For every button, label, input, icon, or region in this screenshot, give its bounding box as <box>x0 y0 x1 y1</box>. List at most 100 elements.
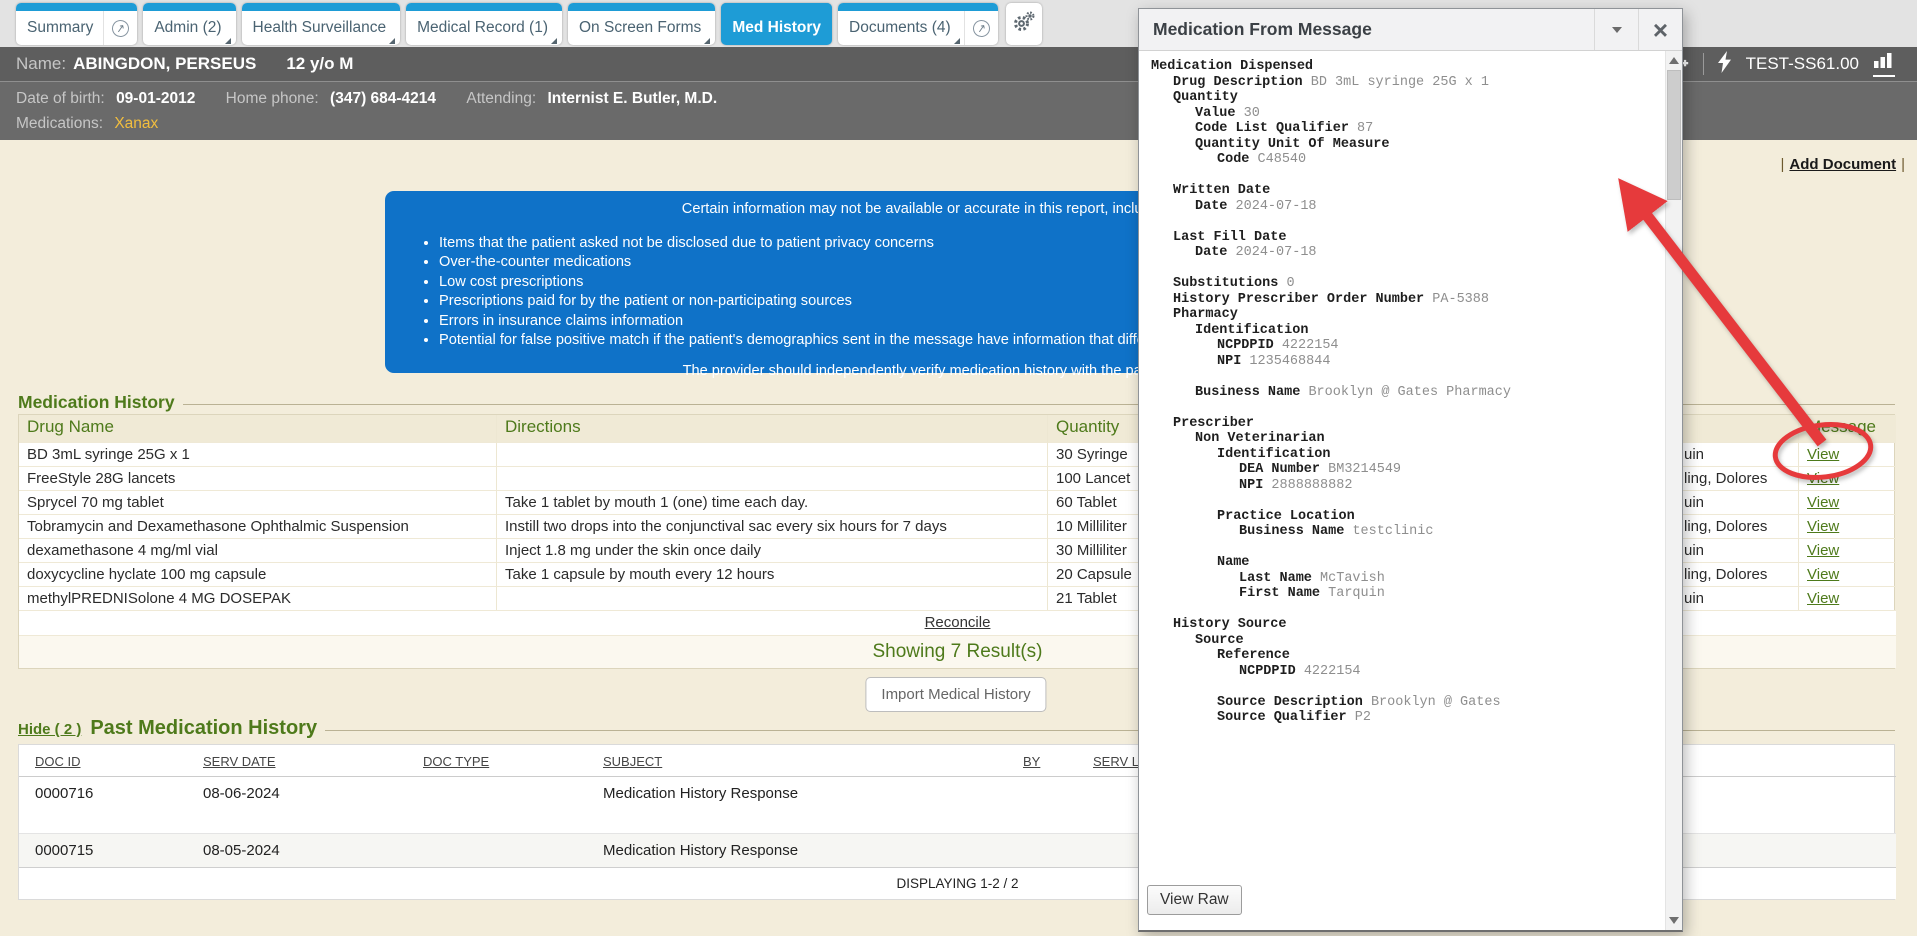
scroll-down-icon[interactable] <box>1666 913 1682 930</box>
tab-medical-record-1[interactable]: Medical Record (1) <box>406 3 562 45</box>
add-document-link[interactable]: Add Document <box>1789 156 1896 173</box>
tab-summary[interactable]: Summary ↗ <box>16 3 137 45</box>
field-label: Reference <box>1217 648 1290 663</box>
field-value: Brooklyn @ Gates Pharmacy <box>1308 385 1511 400</box>
dialog-titlebar[interactable]: Medication From Message × <box>1139 9 1682 51</box>
popout-button[interactable]: ↗ <box>103 11 137 45</box>
dialog-close-button[interactable]: × <box>1638 9 1682 50</box>
document-row-cell[interactable]: Medication History Response <box>587 777 1007 833</box>
column-header-subject[interactable]: SUBJECT <box>587 745 1007 777</box>
tab-med-history[interactable]: Med History <box>721 3 832 45</box>
blank-line <box>1151 369 1652 385</box>
document-row-cell[interactable]: 08-06-2024 <box>187 777 407 833</box>
scroll-up-icon[interactable] <box>1666 51 1682 68</box>
tab-admin-2[interactable]: Admin (2) <box>143 3 235 45</box>
view-message-link[interactable]: View <box>1807 566 1839 583</box>
detail-line: Business Name Brooklyn @ Gates Pharmacy <box>1151 385 1652 401</box>
tab-label: Medical Record (1) <box>417 19 548 37</box>
detail-line: Source <box>1151 633 1652 649</box>
dialog-collapse-button[interactable] <box>1594 9 1638 50</box>
view-message-link[interactable]: View <box>1807 470 1839 487</box>
banner-icons: TEST-SS61.00 <box>1665 51 1895 78</box>
home-phone-value: (347) 684-4214 <box>330 90 436 107</box>
field-label: Medication Dispensed <box>1151 59 1313 74</box>
settings-button[interactable] <box>1006 3 1042 45</box>
popout-button[interactable]: ↗ <box>964 11 998 45</box>
scrollbar-thumb[interactable] <box>1667 70 1681 200</box>
column-header-message[interactable]: Message <box>1799 415 1896 442</box>
hide-link[interactable]: Hide ( 2 ) <box>18 721 81 738</box>
import-medical-history-button[interactable]: Import Medical History <box>865 677 1046 712</box>
detail-line: Last Name McTavish <box>1151 571 1652 587</box>
detail-line: Date 2024-07-18 <box>1151 245 1652 261</box>
column-header-doc-id[interactable]: DOC ID <box>19 745 187 777</box>
detail-line: Identification <box>1151 323 1652 339</box>
document-row-cell[interactable]: 0000715 <box>19 833 187 867</box>
field-label: Drug Description <box>1173 75 1303 90</box>
document-row-cell[interactable] <box>1007 833 1077 867</box>
tab-label: Med History <box>732 19 821 37</box>
blank-line <box>1151 602 1652 618</box>
detail-line: Reference <box>1151 648 1652 664</box>
blank-line <box>1151 679 1652 695</box>
detail-line: Quantity Unit Of Measure <box>1151 137 1652 153</box>
view-message-link[interactable]: View <box>1807 590 1839 607</box>
field-label: Source Qualifier <box>1217 710 1347 725</box>
attending-value: Internist E. Butler, M.D. <box>547 90 717 107</box>
tab-documents-4[interactable]: Documents (4)↗ <box>838 3 998 45</box>
document-row-cell[interactable]: 0000716 <box>19 777 187 833</box>
document-row-cell[interactable] <box>407 777 587 833</box>
tab-health-surveillance[interactable]: Health Surveillance <box>242 3 401 45</box>
dialog-scrollbar[interactable] <box>1665 51 1682 930</box>
field-label: NPI <box>1217 354 1241 369</box>
medication-history-title: Medication History <box>18 392 175 413</box>
view-message-link[interactable]: View <box>1807 446 1839 463</box>
field-value: 4222154 <box>1282 338 1339 353</box>
view-raw-button[interactable]: View Raw <box>1147 885 1242 915</box>
column-header-directions[interactable]: Directions <box>497 415 1048 442</box>
detail-line: Code List Qualifier 87 <box>1151 121 1652 137</box>
tab-on-screen-forms[interactable]: On Screen Forms <box>568 3 715 45</box>
lightning-icon[interactable] <box>1718 51 1732 78</box>
field-label: Value <box>1195 106 1236 121</box>
medications-value[interactable]: Xanax <box>114 115 158 132</box>
field-label: Date <box>1195 245 1227 260</box>
field-label: Non Veterinarian <box>1195 431 1325 446</box>
document-row-cell[interactable]: 08-05-2024 <box>187 833 407 867</box>
cell-by-fragment: ling, Dolores <box>1682 466 1799 490</box>
blank-line <box>1151 214 1652 230</box>
blank-line <box>1151 261 1652 277</box>
tab-label: Health Surveillance <box>253 19 387 37</box>
tab-label: Summary <box>27 19 93 37</box>
column-header-drug-name[interactable]: Drug Name <box>19 415 497 442</box>
column-header-hidden[interactable] <box>1682 415 1799 442</box>
chart-icon[interactable] <box>1873 52 1895 77</box>
close-icon: × <box>1653 17 1668 43</box>
view-message-link[interactable]: View <box>1807 494 1839 511</box>
field-label: Date <box>1195 199 1227 214</box>
dropdown-fold-icon <box>551 38 557 44</box>
home-phone-label: Home phone: <box>226 90 319 107</box>
view-message-link[interactable]: View <box>1807 542 1839 559</box>
column-header-by[interactable]: BY <box>1007 745 1077 777</box>
detail-line: Pharmacy <box>1151 307 1652 323</box>
cell-by-fragment: uin <box>1682 538 1799 562</box>
cell-drug-name: FreeStyle 28G lancets <box>19 466 497 490</box>
name-label: Name: <box>16 54 66 74</box>
document-row-cell[interactable]: Medication History Response <box>587 833 1007 867</box>
cell-drug-name: doxycycline hyclate 100 mg capsule <box>19 562 497 586</box>
detail-line: Date 2024-07-18 <box>1151 199 1652 215</box>
view-message-link[interactable]: View <box>1807 518 1839 535</box>
tab-accent-strip <box>721 3 832 11</box>
blank-line <box>1151 540 1652 556</box>
document-row-cell[interactable] <box>407 833 587 867</box>
patient-name: ABINGDON, PERSEUS <box>73 54 256 74</box>
field-value: BM3214549 <box>1328 462 1401 477</box>
gear-icon <box>1012 10 1036 39</box>
medication-from-message-dialog: Medication From Message × Medication Dis… <box>1138 8 1683 932</box>
column-header-serv-date[interactable]: SERV DATE <box>187 745 407 777</box>
column-header-doc-type[interactable]: DOC TYPE <box>407 745 587 777</box>
document-row-cell[interactable] <box>1007 777 1077 833</box>
reconcile-link[interactable]: Reconcile <box>925 614 991 631</box>
field-value: 30 <box>1244 106 1260 121</box>
